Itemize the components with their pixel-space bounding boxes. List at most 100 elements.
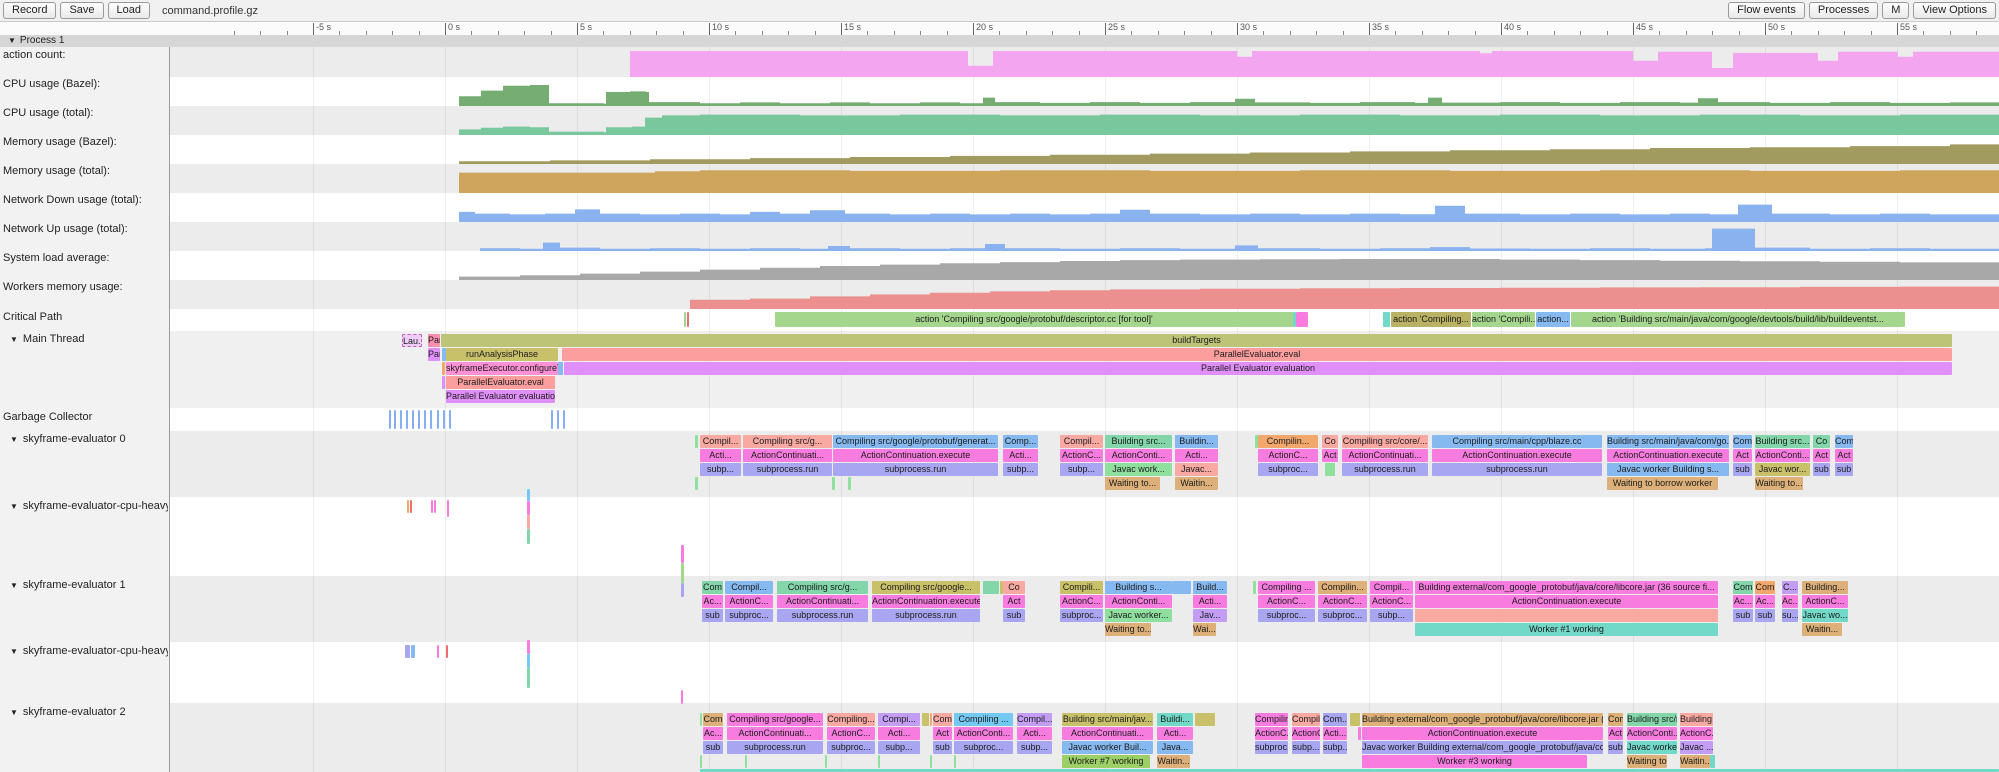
trace-event-bar[interactable]: Compiling src/core/... bbox=[1342, 435, 1428, 448]
trace-event-bar[interactable]: Com bbox=[1733, 581, 1753, 594]
trace-event-bar[interactable]: Par bbox=[428, 348, 440, 361]
trace-event-sliver[interactable] bbox=[557, 410, 559, 429]
chart-network-up[interactable] bbox=[0, 223, 1999, 251]
trace-event-bar[interactable]: Parallel Evaluator evaluation bbox=[446, 390, 555, 403]
trace-event-bar[interactable]: Waitin... bbox=[1157, 755, 1190, 768]
trace-event-bar[interactable]: ActionContinuati... bbox=[1342, 449, 1428, 462]
track-label[interactable]: ▼skyframe-evaluator 1 bbox=[0, 579, 168, 591]
trace-event-bar[interactable] bbox=[1296, 312, 1308, 327]
trace-event-bar[interactable] bbox=[922, 713, 929, 726]
trace-event-bar[interactable]: runAnalysisPhase bbox=[446, 348, 558, 361]
trace-event-bar[interactable]: Building src/main/jav... bbox=[1062, 713, 1153, 726]
trace-event-bar[interactable]: sub bbox=[702, 609, 723, 622]
trace-event-bar[interactable] bbox=[848, 477, 851, 490]
trace-event-bar[interactable]: Waitin... bbox=[1175, 477, 1218, 490]
trace-event-bar[interactable]: ActionContinuation.execute bbox=[872, 595, 980, 608]
trace-event-bar[interactable]: Act bbox=[1608, 727, 1623, 740]
trace-event-sliver[interactable] bbox=[443, 410, 445, 429]
trace-event-bar[interactable] bbox=[558, 362, 563, 375]
trace-event-bar[interactable]: Javac ... bbox=[1680, 741, 1713, 754]
trace-event-bar[interactable]: ActionConti... bbox=[1755, 449, 1810, 462]
trace-event-bar[interactable] bbox=[442, 376, 445, 389]
trace-event-bar[interactable]: Compi... bbox=[878, 713, 920, 726]
trace-event-sliver[interactable] bbox=[563, 410, 565, 429]
trace-event-sliver[interactable] bbox=[681, 583, 684, 597]
trace-event-sliver[interactable] bbox=[405, 645, 410, 658]
trace-event-bar[interactable]: subprocess.run bbox=[777, 609, 868, 622]
trace-event-bar[interactable]: subprocess.run bbox=[1432, 463, 1602, 476]
trace-event-bar[interactable]: ActionContinuation.execute bbox=[1607, 449, 1729, 462]
trace-event-bar[interactable]: Co bbox=[1322, 435, 1338, 448]
chart-workers-memory-usage[interactable] bbox=[0, 281, 1999, 309]
trace-event-bar[interactable]: Ac... bbox=[703, 727, 723, 740]
trace-event-bar[interactable]: Javac worker... bbox=[1105, 609, 1172, 622]
trace-event-bar[interactable] bbox=[1358, 727, 1361, 740]
trace-event-bar[interactable]: subproc... bbox=[1255, 741, 1288, 754]
collapse-arrow-icon[interactable]: ▼ bbox=[10, 502, 18, 511]
trace-event-bar[interactable]: Javac work... bbox=[1105, 463, 1172, 476]
collapse-arrow-icon[interactable]: ▼ bbox=[10, 647, 18, 656]
trace-event-bar[interactable]: subp... bbox=[1060, 463, 1103, 476]
collapse-arrow-icon[interactable]: ▼ bbox=[10, 708, 18, 717]
trace-event-bar[interactable]: Par bbox=[428, 334, 440, 347]
trace-event-bar[interactable]: Com bbox=[703, 713, 723, 726]
trace-event-bar[interactable]: Compiling src/main/cpp/blaze.cc bbox=[1432, 435, 1602, 448]
track-label[interactable]: ▼skyframe-evaluator-cpu-heavy- bbox=[0, 645, 168, 657]
trace-event-bar[interactable]: Com bbox=[1608, 713, 1623, 726]
trace-event-bar[interactable]: subproc... bbox=[1060, 609, 1103, 622]
trace-event-bar[interactable]: subprocess.run bbox=[833, 463, 998, 476]
trace-event-bar[interactable]: Compil... bbox=[700, 435, 741, 448]
trace-event-bar[interactable]: Compilin... bbox=[1258, 435, 1318, 448]
trace-event-bar[interactable]: Building... bbox=[1802, 581, 1848, 594]
trace-event-bar[interactable]: Act bbox=[1322, 449, 1338, 462]
trace-event-bar[interactable]: Compil... bbox=[1060, 435, 1103, 448]
trace-event-bar[interactable]: su... bbox=[1782, 609, 1798, 622]
trace-event-sliver[interactable] bbox=[437, 645, 439, 658]
trace-event-bar[interactable]: Javac wor... bbox=[1755, 463, 1810, 476]
trace-event-bar[interactable]: subp... bbox=[1017, 741, 1052, 754]
trace-event-bar[interactable] bbox=[832, 477, 835, 490]
trace-event-bar[interactable]: Compiling src/google/protobuf/generat... bbox=[833, 435, 998, 448]
trace-event-bar[interactable]: ActionC... bbox=[1370, 595, 1413, 608]
trace-event-bar[interactable] bbox=[1415, 609, 1718, 622]
trace-event-bar[interactable]: sub bbox=[933, 741, 952, 754]
trace-event-bar[interactable]: subproc... bbox=[1258, 463, 1318, 476]
trace-event-bar[interactable]: Building src... bbox=[1755, 435, 1810, 448]
trace-event-bar[interactable]: subp... bbox=[700, 463, 741, 476]
trace-event-sliver[interactable] bbox=[410, 500, 412, 513]
trace-event-bar[interactable]: Acti... bbox=[878, 727, 920, 740]
trace-event-bar[interactable]: Compiling src/g... bbox=[777, 581, 868, 594]
trace-event-bar[interactable]: ActionContinuati... bbox=[743, 449, 832, 462]
trace-event-bar[interactable] bbox=[1710, 755, 1715, 768]
trace-event-bar[interactable]: Building s... bbox=[1105, 581, 1172, 594]
track-label[interactable]: ▼skyframe-evaluator-cpu-heavy- bbox=[0, 500, 168, 512]
trace-event-bar[interactable] bbox=[930, 713, 932, 726]
trace-event-bar[interactable] bbox=[1350, 713, 1360, 726]
trace-event-bar[interactable]: ActionContinuation.execute bbox=[1432, 449, 1602, 462]
trace-event-bar[interactable]: Com bbox=[1733, 435, 1752, 448]
trace-event-bar[interactable]: Waiting to... bbox=[1105, 623, 1151, 636]
trace-event-sliver[interactable] bbox=[527, 668, 530, 688]
trace-event-bar[interactable]: ActionConti... bbox=[1627, 727, 1677, 740]
trace-event-bar[interactable] bbox=[695, 477, 698, 490]
trace-event-bar[interactable] bbox=[983, 581, 999, 594]
trace-event-sliver[interactable] bbox=[411, 645, 415, 658]
trace-event-sliver[interactable] bbox=[412, 410, 414, 429]
collapse-arrow-icon[interactable]: ▼ bbox=[10, 335, 18, 344]
trace-event-bar[interactable]: Building src... bbox=[1105, 435, 1172, 448]
trace-event-bar[interactable] bbox=[695, 435, 698, 448]
trace-event-bar[interactable]: ActionContinuation.execute bbox=[1415, 595, 1718, 608]
trace-event-bar[interactable]: Acti... bbox=[1193, 595, 1227, 608]
trace-event-bar[interactable]: Jav... bbox=[1193, 609, 1227, 622]
trace-event-bar[interactable]: Acti... bbox=[1157, 727, 1193, 740]
chart-memory-usage-bazel[interactable] bbox=[0, 136, 1999, 164]
trace-event-bar[interactable] bbox=[930, 755, 932, 768]
trace-event-bar[interactable] bbox=[745, 755, 747, 768]
trace-event-sliver[interactable] bbox=[430, 410, 432, 429]
trace-event-bar[interactable]: ActionC... bbox=[1802, 595, 1848, 608]
trace-event-sliver[interactable] bbox=[551, 410, 553, 429]
trace-event-bar[interactable]: ActionC... bbox=[1255, 727, 1288, 740]
trace-event-bar[interactable]: Waiting to... bbox=[1627, 755, 1667, 768]
trace-event-sliver[interactable] bbox=[406, 410, 408, 429]
trace-event-bar[interactable]: Act bbox=[1813, 449, 1830, 462]
